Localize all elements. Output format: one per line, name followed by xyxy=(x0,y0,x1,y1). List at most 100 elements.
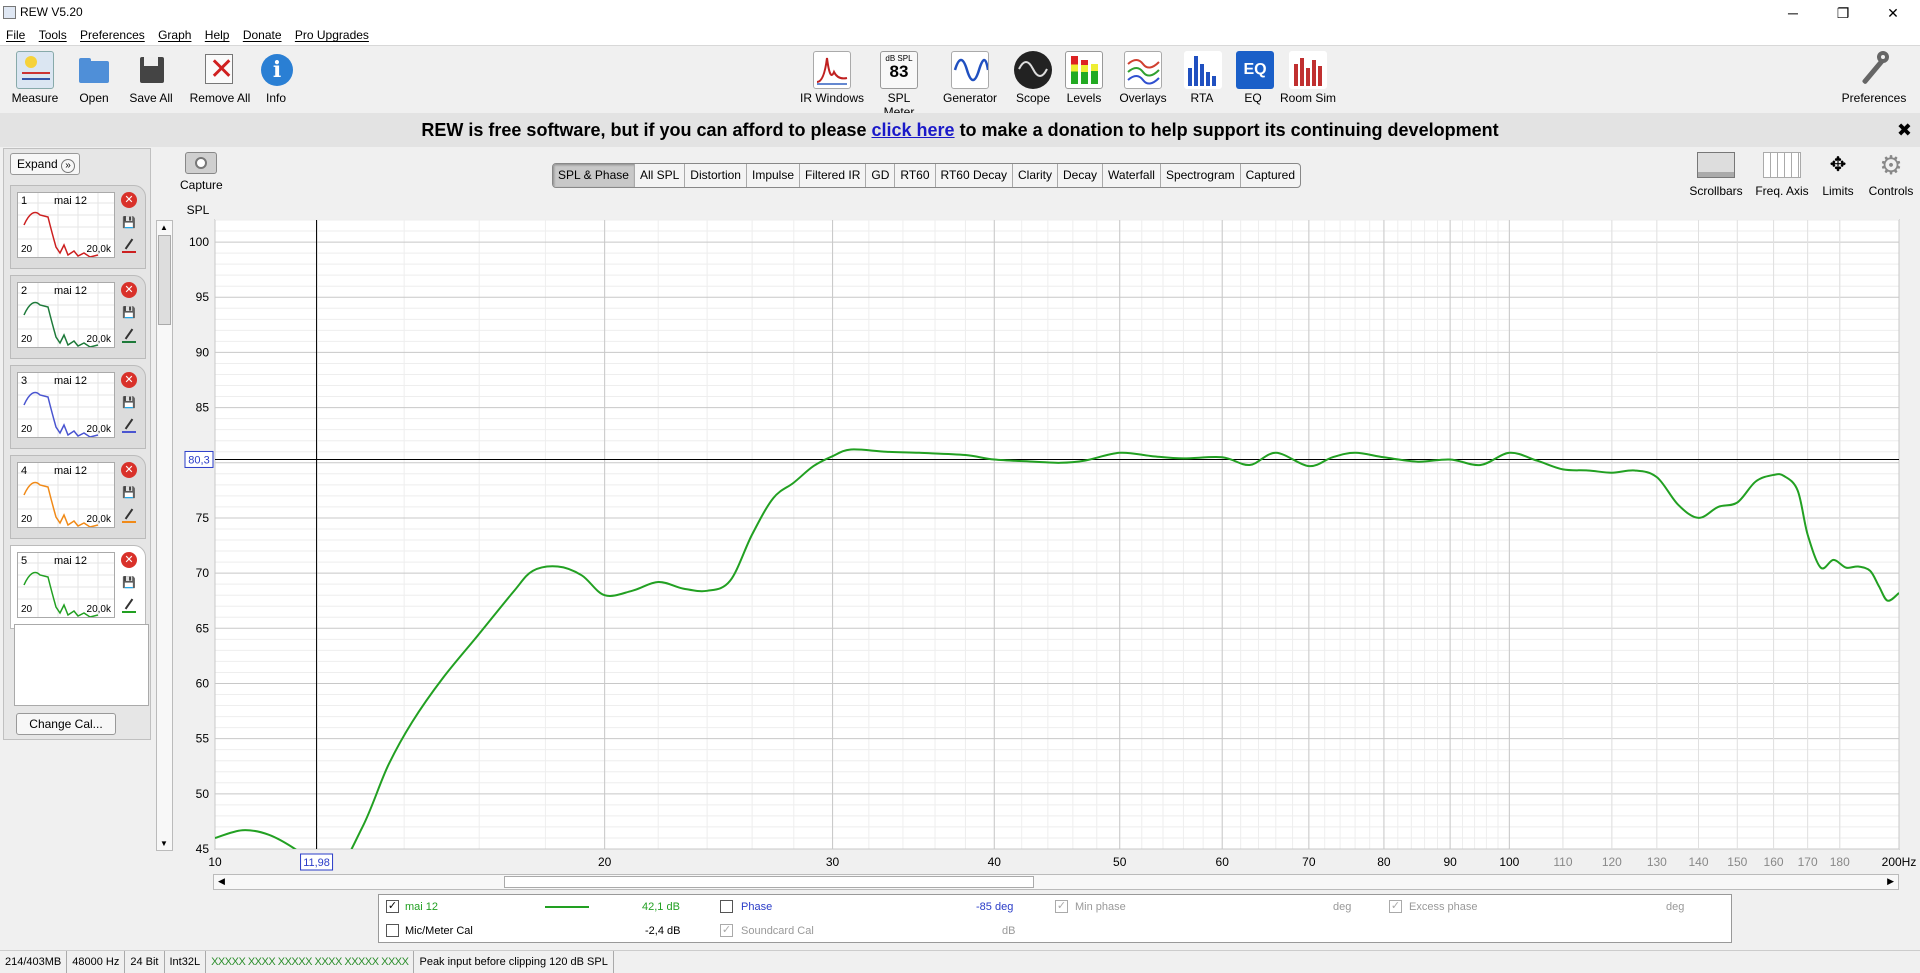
expand-button[interactable]: Expand » xyxy=(10,153,80,175)
restore-button[interactable]: ❐ xyxy=(1820,0,1866,26)
remove-measurement-icon[interactable]: ✕ xyxy=(121,552,137,568)
measurement-card[interactable]: 5 mai 12 20 20,0k ✕ 💾 xyxy=(10,545,146,629)
tab-impulse[interactable]: Impulse xyxy=(747,164,801,187)
ir-windows-icon xyxy=(813,51,851,89)
measurement-range-high: 20,0k xyxy=(86,244,111,255)
measurement-card[interactable]: 3 mai 12 20 20,0k ✕ 💾 xyxy=(10,365,146,449)
save-measurement-icon[interactable]: 💾 xyxy=(122,486,136,500)
pen-icon[interactable] xyxy=(122,328,136,344)
measurements-scrollbar[interactable]: ▲ ▼ xyxy=(156,220,173,851)
close-window-button[interactable]: ✕ xyxy=(1870,0,1916,26)
menu-pro-upgrades[interactable]: Pro Upgrades xyxy=(291,26,373,44)
frequency-scrollbar[interactable]: ◀ ▶ xyxy=(213,874,1899,890)
pen-icon[interactable] xyxy=(122,508,136,524)
save-all-button[interactable]: Save All xyxy=(126,51,176,105)
overlays-button[interactable]: Overlays xyxy=(1114,51,1172,105)
y-tick-label: 60 xyxy=(196,676,210,690)
save-measurement-icon[interactable]: 💾 xyxy=(122,396,136,410)
controls-button[interactable]: ⚙ Controls xyxy=(1866,152,1916,198)
series-checkbox[interactable]: ✓ xyxy=(386,900,399,913)
tab-all-spl[interactable]: All SPL xyxy=(635,164,686,187)
scroll-down-icon[interactable]: ▼ xyxy=(160,839,168,848)
mic-cal-checkbox[interactable] xyxy=(386,924,399,937)
rta-button[interactable]: RTA xyxy=(1184,51,1222,105)
tab-spl-phase[interactable]: SPL & Phase xyxy=(553,164,635,187)
measurement-card[interactable]: 4 mai 12 20 20,0k ✕ 💾 xyxy=(10,455,146,539)
freq-axis-button[interactable]: Freq. Axis xyxy=(1752,152,1812,198)
hscroll-thumb[interactable] xyxy=(504,876,1034,888)
legend-excess-phase-unit: deg xyxy=(1666,901,1685,913)
phase-checkbox[interactable] xyxy=(720,900,733,913)
legend-soundcard-unit: dB xyxy=(1002,925,1016,937)
menu-tools[interactable]: Tools xyxy=(35,26,71,44)
tab-filtered-ir[interactable]: Filtered IR xyxy=(800,164,867,187)
scrollbars-button[interactable]: Scrollbars xyxy=(1688,152,1744,198)
tab-rt60-decay[interactable]: RT60 Decay xyxy=(936,164,1013,187)
status-bit-depth: 24 Bit xyxy=(125,951,165,973)
menu-help[interactable]: Help xyxy=(201,26,234,44)
x-tick-label: 90 xyxy=(1443,855,1457,869)
measurement-notes-box[interactable] xyxy=(14,624,149,706)
tab-clarity[interactable]: Clarity xyxy=(1013,164,1059,187)
scroll-up-icon[interactable]: ▲ xyxy=(160,223,168,232)
spl-meter-button[interactable]: dB SPL 83 SPL Meter xyxy=(872,51,926,119)
save-measurement-icon[interactable]: 💾 xyxy=(122,576,136,590)
ir-windows-button[interactable]: IR Windows xyxy=(800,51,864,105)
minimize-button[interactable]: ─ xyxy=(1770,0,1816,26)
generator-icon xyxy=(951,51,990,89)
scroll-thumb[interactable] xyxy=(158,235,171,325)
menu-donate[interactable]: Donate xyxy=(239,26,286,44)
remove-measurement-icon[interactable]: ✕ xyxy=(121,372,137,388)
tab-rt60[interactable]: RT60 xyxy=(895,164,936,187)
limits-button[interactable]: ✥ Limits xyxy=(1818,152,1858,198)
remove-measurement-icon[interactable]: ✕ xyxy=(121,462,137,478)
tab-decay[interactable]: Decay xyxy=(1058,164,1104,187)
main-toolbar: Measure Open Save All ✕ Remove All i Inf… xyxy=(0,47,1920,119)
measure-button[interactable]: Measure xyxy=(10,51,60,105)
measurement-card[interactable]: 1 mai 12 20 20,0k ✕ 💾 xyxy=(10,185,146,269)
generator-button[interactable]: Generator xyxy=(940,51,1000,105)
pen-icon[interactable] xyxy=(122,238,136,254)
remove-measurement-icon[interactable]: ✕ xyxy=(121,192,137,208)
measurement-range-high: 20,0k xyxy=(86,514,111,525)
legend-min-phase-label: Min phase xyxy=(1075,901,1126,913)
open-button[interactable]: Open xyxy=(70,51,118,105)
tab-spectrogram[interactable]: Spectrogram xyxy=(1161,164,1241,187)
donation-link[interactable]: click here xyxy=(872,120,955,140)
measurement-thumbnail: 1 mai 12 20 20,0k xyxy=(17,192,115,258)
preferences-button[interactable]: Preferences xyxy=(1838,51,1910,105)
room-sim-button[interactable]: Room Sim xyxy=(1280,51,1336,105)
save-measurement-icon[interactable]: 💾 xyxy=(122,306,136,320)
change-cal-button[interactable]: Change Cal... xyxy=(16,713,116,735)
tab-gd[interactable]: GD xyxy=(866,164,896,187)
save-measurement-icon[interactable]: 💾 xyxy=(122,216,136,230)
window-title: REW V5.20 xyxy=(20,5,83,19)
tab-waterfall[interactable]: Waterfall xyxy=(1103,164,1161,187)
menu-graph[interactable]: Graph xyxy=(154,26,195,44)
status-peak-input: Peak input before clipping 120 dB SPL xyxy=(414,951,614,973)
info-button[interactable]: i Info xyxy=(258,51,294,105)
measurement-thumbnail: 2 mai 12 20 20,0k xyxy=(17,282,115,348)
capture-button[interactable]: Capture xyxy=(180,152,223,192)
scope-button[interactable]: Scope xyxy=(1010,51,1056,105)
y-axis-label: SPL xyxy=(187,203,210,217)
banner-close-icon[interactable]: ✖ xyxy=(1897,113,1912,147)
menu-preferences[interactable]: Preferences xyxy=(76,26,149,44)
remove-all-button[interactable]: ✕ Remove All xyxy=(188,51,252,105)
eq-button[interactable]: EQ EQ xyxy=(1236,51,1274,105)
pen-icon[interactable] xyxy=(122,598,136,614)
pen-icon[interactable] xyxy=(122,418,136,434)
tab-distortion[interactable]: Distortion xyxy=(685,164,747,187)
x-tick-label: 60 xyxy=(1216,855,1230,869)
levels-button[interactable]: Levels xyxy=(1062,51,1106,105)
remove-measurement-icon[interactable]: ✕ xyxy=(121,282,137,298)
overlays-icon xyxy=(1124,51,1162,89)
measurement-card[interactable]: 2 mai 12 20 20,0k ✕ 💾 xyxy=(10,275,146,359)
scroll-left-icon[interactable]: ◀ xyxy=(218,876,225,887)
scroll-right-icon[interactable]: ▶ xyxy=(1887,876,1894,887)
menu-file[interactable]: File xyxy=(2,26,29,44)
x-tick-label: 170 xyxy=(1798,855,1818,869)
x-tick-label: 130 xyxy=(1647,855,1667,869)
tab-captured[interactable]: Captured xyxy=(1241,164,1300,187)
eq-icon: EQ xyxy=(1236,51,1274,89)
